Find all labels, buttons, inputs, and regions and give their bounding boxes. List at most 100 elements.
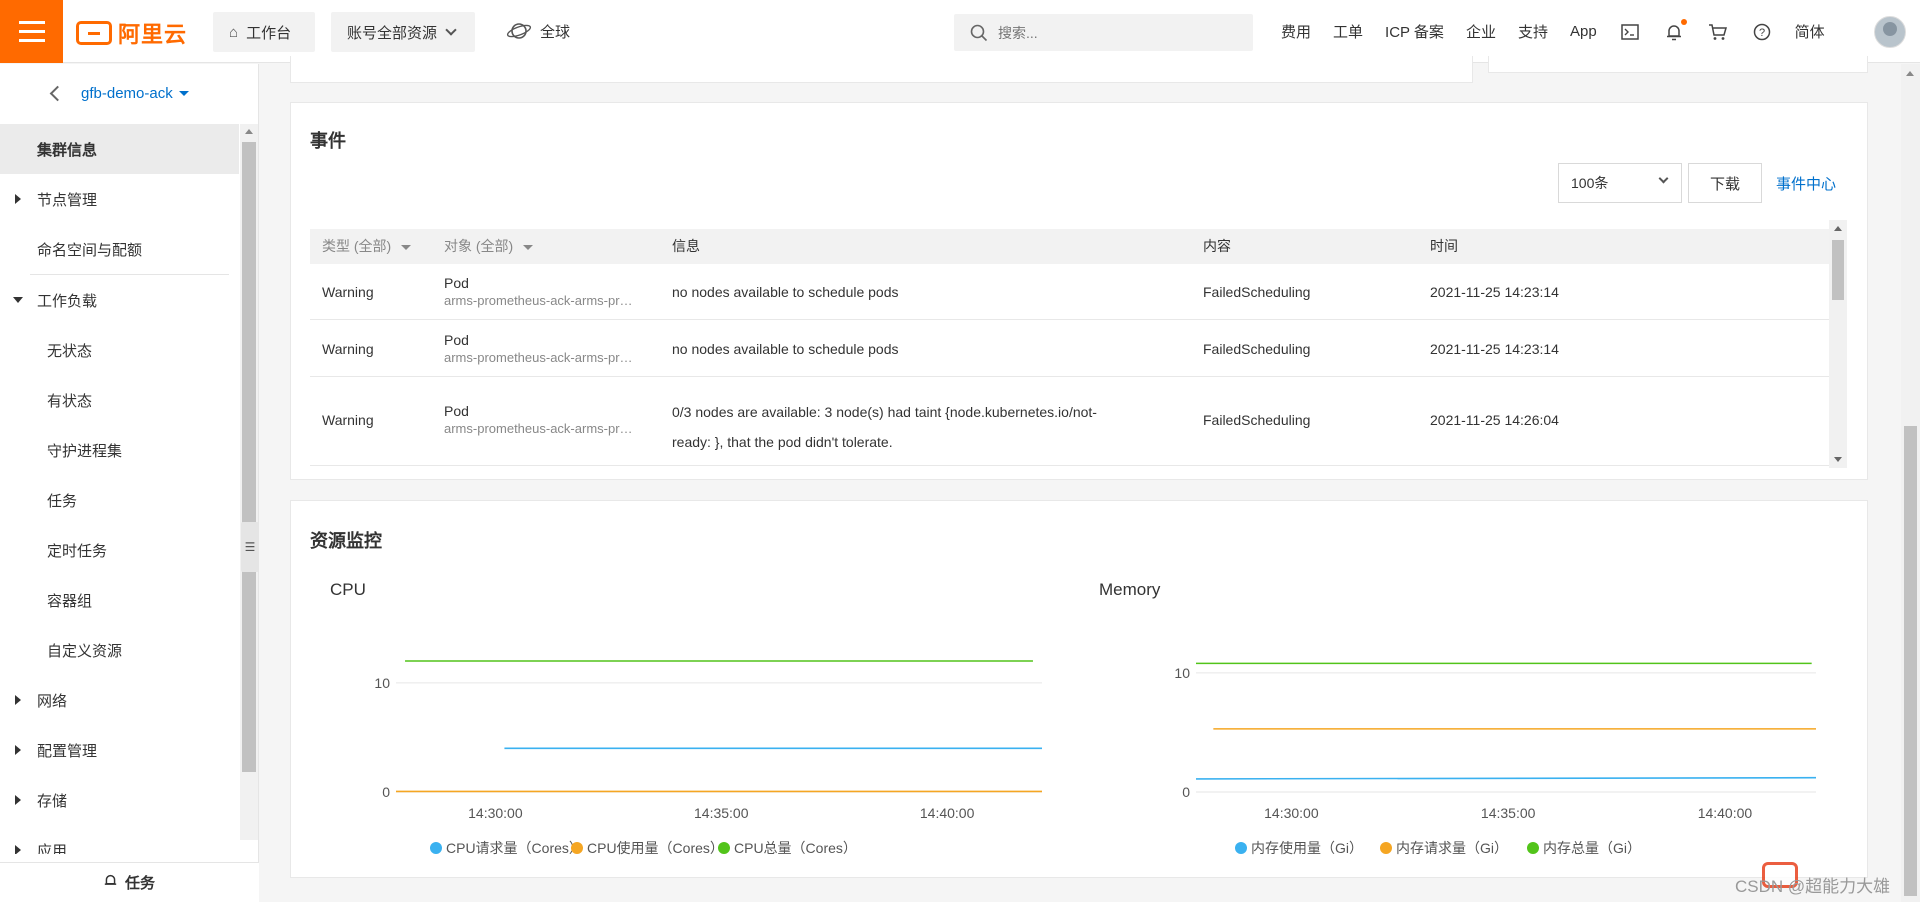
sidebar-item-label: 命名空间与配额 xyxy=(37,241,143,259)
sidebar-item[interactable]: 网络 xyxy=(0,675,239,725)
sidebar-item-label: 定时任务 xyxy=(47,542,108,560)
caret-down-icon xyxy=(13,297,23,303)
terminal-icon[interactable] xyxy=(1619,21,1641,43)
top-navbar: 阿里云 ⌂ 工作台 账号全部资源 全球 费用 工单 ICP 备案 企业 支持 A… xyxy=(0,0,1920,63)
monitor-title: 资源监控 xyxy=(310,531,382,551)
sidebar-item-label: 网络 xyxy=(37,692,68,710)
aliyun-logo-text: 阿里云 xyxy=(118,22,188,47)
scroll-up-icon[interactable] xyxy=(245,129,253,134)
event-center-link[interactable]: 事件中心 xyxy=(1776,173,1836,194)
search-box[interactable] xyxy=(954,14,1253,51)
scroll-up-icon[interactable] xyxy=(1834,226,1842,231)
previous-card xyxy=(290,56,1473,83)
object-name: arms-prometheus-ack-arms-prometheus xyxy=(444,293,639,308)
x-tick-label: 14:40:00 xyxy=(1698,805,1753,821)
sidebar-item[interactable]: 命名空间与配额 xyxy=(0,224,239,274)
legend-swatch xyxy=(430,842,442,854)
sidebar-item[interactable]: 集群信息 xyxy=(0,124,239,174)
legend-swatch xyxy=(571,842,583,854)
memory-chart: 0 10 14:30:00 14:35:00 14:40:00 内存使用量（Gi） 内存请求… xyxy=(1174,662,1817,856)
events-card: 事件 100条 下载 事件中心 类型 (全部) 对象 (全部) 信息 内容 时间… xyxy=(290,102,1868,480)
sidebar-item[interactable]: 容器组 xyxy=(0,575,239,625)
scroll-down-icon[interactable] xyxy=(1834,457,1842,462)
sidebar-item[interactable]: 无状态 xyxy=(0,325,239,375)
x-tick-label: 14:35:00 xyxy=(694,805,749,821)
sidebar-item-label: 工作负载 xyxy=(37,292,98,310)
link-tickets[interactable]: 工单 xyxy=(1333,21,1363,42)
account-scope-dropdown[interactable]: 账号全部资源 xyxy=(331,12,475,52)
link-fees[interactable]: 费用 xyxy=(1281,21,1311,42)
events-title: 事件 xyxy=(310,131,346,151)
event-info: no nodes available to schedule pods xyxy=(672,341,899,357)
sidebar-item-label: 节点管理 xyxy=(37,191,98,209)
column-object-label: 对象 (全部) xyxy=(444,238,514,254)
collapse-icon: ☰ xyxy=(244,540,256,554)
sidebar-item[interactable]: 节点管理 xyxy=(0,174,239,224)
sidebar-item[interactable]: 任务 xyxy=(0,475,239,525)
page-scrollbar[interactable] xyxy=(1901,64,1920,902)
link-support[interactable]: 支持 xyxy=(1518,21,1548,42)
events-table-header: 类型 (全部) 对象 (全部) 信息 内容 时间 xyxy=(310,229,1839,264)
caret-down-icon[interactable] xyxy=(178,90,189,96)
object-kind: Pod xyxy=(444,403,469,419)
legend-swatch xyxy=(1235,842,1247,854)
aliyun-logo[interactable]: 阿里云 xyxy=(76,17,187,49)
cpu-chart: 0 10 14:30:00 14:35:00 14:40:00 CPU请求量（Cores）… xyxy=(374,660,1042,856)
sidebar-item[interactable]: 自定义资源 xyxy=(0,625,239,675)
sidebar-item[interactable]: 有状态 xyxy=(0,375,239,425)
filter-caret-icon xyxy=(401,244,412,250)
sidebar-scrollbar[interactable] xyxy=(240,124,258,840)
event-info: 0/3 nodes are available: 3 node(s) had t… xyxy=(672,397,1097,457)
link-app[interactable]: App xyxy=(1570,23,1597,40)
language-switch[interactable]: 简体 xyxy=(1795,21,1825,42)
workbench-button[interactable]: ⌂ 工作台 xyxy=(213,12,315,52)
table-scrollbar[interactable] xyxy=(1829,220,1847,468)
sidebar-item[interactable]: 应用 xyxy=(0,825,239,854)
sidebar-item[interactable]: 配置管理 xyxy=(0,725,239,775)
task-bar[interactable]: 任务 xyxy=(0,862,259,902)
x-tick-label: 14:40:00 xyxy=(920,805,975,821)
back-arrow-icon[interactable] xyxy=(49,85,66,101)
legend-swatch xyxy=(718,842,730,854)
column-type-filter[interactable]: 类型 (全部) xyxy=(322,229,412,264)
scroll-up-icon[interactable] xyxy=(1906,71,1914,76)
sidebar-item[interactable]: 工作负载 xyxy=(0,275,239,325)
previous-side-card xyxy=(1488,56,1868,73)
page-size-select[interactable]: 100条 xyxy=(1558,163,1682,203)
cluster-header: gfb-demo-ack xyxy=(0,64,258,122)
table-scroll-thumb[interactable] xyxy=(1832,240,1844,300)
page-scroll-thumb[interactable] xyxy=(1904,426,1917,896)
link-enterprise[interactable]: 企业 xyxy=(1466,21,1496,42)
chevron-down-icon xyxy=(1658,173,1669,184)
column-time: 时间 xyxy=(1430,238,1458,254)
help-icon[interactable]: ? xyxy=(1751,21,1773,43)
sidebar: gfb-demo-ack 集群信息节点管理命名空间与配额 工作负载无状态 有状态 守护… xyxy=(0,64,259,902)
column-object-filter[interactable]: 对象 (全部) xyxy=(444,229,534,264)
object-kind: Pod xyxy=(444,332,469,348)
download-button[interactable]: 下载 xyxy=(1688,163,1762,203)
search-icon xyxy=(970,24,988,41)
sidebar-scroll-thumb[interactable] xyxy=(242,142,256,772)
link-icp[interactable]: ICP 备案 xyxy=(1385,21,1444,42)
event-content: FailedScheduling xyxy=(1203,412,1311,428)
cart-icon[interactable] xyxy=(1707,21,1729,43)
sidebar-collapse-toggle[interactable]: ☰ xyxy=(241,522,259,572)
sidebar-item[interactable]: 存储 xyxy=(0,775,239,825)
hamburger-menu-button[interactable] xyxy=(0,0,63,63)
search-input[interactable] xyxy=(998,24,1238,41)
avatar[interactable] xyxy=(1874,16,1906,48)
x-tick-label: 14:30:00 xyxy=(468,805,523,821)
legend-swatch xyxy=(1380,842,1392,854)
legend-label: CPU使用量（Cores） xyxy=(587,840,724,856)
region-selector[interactable]: 全球 xyxy=(506,20,570,42)
event-type: Warning xyxy=(322,341,374,357)
series-line xyxy=(1195,776,1817,780)
sidebar-item[interactable]: 定时任务 xyxy=(0,525,239,575)
x-tick-label: 14:30:00 xyxy=(1264,805,1319,821)
event-object: Pod arms-prometheus-ack-arms-prometheus xyxy=(444,275,639,309)
sidebar-item[interactable]: 守护进程集 xyxy=(0,425,239,475)
bell-icon[interactable] xyxy=(1663,18,1687,43)
resource-monitor-card: 资源监控 CPU 0 10 14:30:00 14:35:00 14:40:00 CPU请… xyxy=(290,500,1868,878)
column-type-label: 类型 (全部) xyxy=(322,238,392,254)
cluster-selector[interactable]: gfb-demo-ack xyxy=(81,85,173,102)
